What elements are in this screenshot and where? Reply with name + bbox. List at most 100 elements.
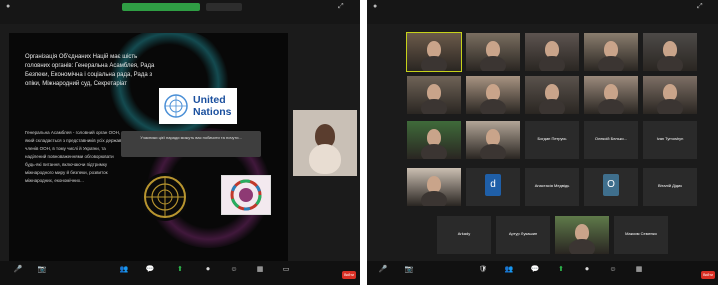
participant-video xyxy=(584,33,638,71)
participant-name-centered: Артур Лукашин xyxy=(508,231,538,236)
participant-tile[interactable] xyxy=(525,76,579,114)
notification-popup[interactable]: Учасники цієї наради можуть вас побачити… xyxy=(121,131,261,157)
participant-tile[interactable]: Артур Лукашин xyxy=(496,216,550,254)
participant-tile[interactable] xyxy=(406,32,462,72)
participant-name-centered: Анастасія Медвідь xyxy=(534,183,570,188)
participant-shoulders xyxy=(539,99,565,114)
participants-button[interactable]: 👥 xyxy=(112,265,136,274)
shared-slide: Організація Об'єднаних Націй має шість г… xyxy=(9,33,288,264)
participant-tile[interactable] xyxy=(466,33,520,71)
participant-video xyxy=(407,33,461,71)
share-icon: ⬆ xyxy=(177,266,183,273)
participant-video-thumbnail[interactable] xyxy=(293,110,357,176)
reactions-icon: ☺ xyxy=(230,266,238,273)
sharing-indicator[interactable] xyxy=(122,3,200,11)
un-logo-line-2: Nations xyxy=(193,106,232,118)
mic-icon: 🎤 xyxy=(13,266,23,273)
chat-button[interactable]: 💬 xyxy=(138,265,162,274)
participant-name-centered: Arkady xyxy=(457,231,471,236)
un-logo-line-1: United xyxy=(193,94,226,106)
apps-button[interactable]: ▦ xyxy=(627,265,651,274)
mic-icon: 🎤 xyxy=(378,266,388,273)
participant-video xyxy=(643,76,697,114)
participant-video xyxy=(407,168,461,206)
chat-button[interactable]: 💬 xyxy=(523,265,547,274)
slide-heading: Організація Об'єднаних Націй має шість г… xyxy=(25,54,155,87)
participant-tile[interactable] xyxy=(407,168,461,206)
mute-button[interactable]: 🎤 xyxy=(371,265,395,274)
video-button[interactable]: 📷 xyxy=(30,265,54,274)
security-button[interactable]: 🛡 xyxy=(471,265,495,274)
fullscreen-icon[interactable]: ⤢ xyxy=(338,3,344,11)
record-button[interactable]: ⏺ xyxy=(575,265,599,274)
record-button[interactable]: ⏺ xyxy=(196,265,220,274)
participants-button[interactable]: 👥 xyxy=(497,265,521,274)
participant-name-centered: Богдан Петрусь xyxy=(537,136,567,141)
security-icon: 🛡 xyxy=(478,266,488,273)
participant-video xyxy=(466,121,520,159)
participant-tile[interactable]: Arkady xyxy=(437,216,491,254)
participant-tile[interactable]: Максим Семенко xyxy=(614,216,668,254)
participant-shoulders xyxy=(539,56,565,71)
participant-tile[interactable] xyxy=(643,76,697,114)
participant-tile[interactable]: O xyxy=(584,168,638,206)
participant-tile[interactable] xyxy=(525,33,579,71)
reactions-icon: ☺ xyxy=(609,266,617,273)
participant-shoulders xyxy=(421,99,447,114)
end-meeting-button[interactable]: Вийти xyxy=(701,271,715,279)
participant-tile[interactable] xyxy=(466,76,520,114)
shield-icon[interactable]: ● xyxy=(373,3,377,11)
apps-icon: ▦ xyxy=(635,266,643,273)
participant-video xyxy=(407,76,461,114)
meeting-controls: 🎤 📷 👥 💬 ⬆ ⏺ ☺ ▦ ▭ Вийти xyxy=(0,261,360,285)
participant-tile[interactable]: Богдан Петрусь xyxy=(525,121,579,159)
participant-video xyxy=(555,216,609,254)
participant-shoulders xyxy=(480,99,506,114)
end-meeting-button[interactable]: Вийти xyxy=(342,271,356,279)
share-screen-button[interactable]: ⬆ xyxy=(549,265,573,274)
participant-tile[interactable]: Віталій Дідик xyxy=(643,168,697,206)
participant-name-centered: Ivan Tymoshyn xyxy=(656,136,684,141)
camera-icon: 📷 xyxy=(404,266,414,273)
mute-button[interactable]: 🎤 xyxy=(6,265,30,274)
un-emblem-gold-icon xyxy=(141,173,189,221)
participant-tile[interactable] xyxy=(555,216,609,254)
slide-body-text: Генеральна Асамблея - головний орган ООН… xyxy=(25,130,123,183)
share-icon: ⬆ xyxy=(558,266,564,273)
participant-tile[interactable] xyxy=(407,76,461,114)
participant-tile[interactable]: d xyxy=(466,168,520,206)
fullscreen-icon[interactable]: ⤢ xyxy=(697,3,703,11)
reactions-button[interactable]: ☺ xyxy=(601,265,625,274)
top-bar: ● ⤢ xyxy=(367,0,718,24)
participant-video xyxy=(643,33,697,71)
avatar-initial: d xyxy=(485,174,501,196)
un-emblem-small-icon xyxy=(164,94,188,118)
participant-tile[interactable]: Ivan Tymoshyn xyxy=(643,121,697,159)
participant-video xyxy=(525,76,579,114)
share-screen-button[interactable]: ⬆ xyxy=(168,265,192,274)
apps-button[interactable]: ▦ xyxy=(248,265,272,274)
participant-shoulders xyxy=(657,56,683,71)
video-button[interactable]: 📷 xyxy=(397,265,421,274)
zoom-share-window: ● ⤢ Організація Об'єднаних Націй має шіс… xyxy=(0,0,360,285)
participant-tile[interactable] xyxy=(643,33,697,71)
participant-tile[interactable]: Анастасія Медвідь xyxy=(525,168,579,206)
participant-tile[interactable]: Олексій Белько... xyxy=(584,121,638,159)
participant-tile[interactable] xyxy=(466,121,520,159)
whiteboard-icon: ▭ xyxy=(282,266,290,273)
participants-icon: 👥 xyxy=(119,266,129,273)
chat-icon: 💬 xyxy=(145,266,155,273)
participant-tile[interactable] xyxy=(584,76,638,114)
participant-shoulders xyxy=(657,99,683,114)
reactions-button[interactable]: ☺ xyxy=(222,265,246,274)
shield-icon[interactable]: ● xyxy=(6,3,10,11)
participant-tile[interactable] xyxy=(584,33,638,71)
participant-tile[interactable] xyxy=(407,121,461,159)
whiteboard-button[interactable]: ▭ xyxy=(274,265,298,274)
record-icon: ⏺ xyxy=(585,266,589,273)
participant-shoulders xyxy=(421,144,447,159)
participant-video xyxy=(466,33,520,71)
participant-shoulders xyxy=(480,144,506,159)
view-options-button[interactable] xyxy=(206,3,242,11)
meeting-controls: 🎤 📷 🛡 👥 💬 ⬆ ⏺ ☺ ▦ Вийти xyxy=(367,261,718,285)
